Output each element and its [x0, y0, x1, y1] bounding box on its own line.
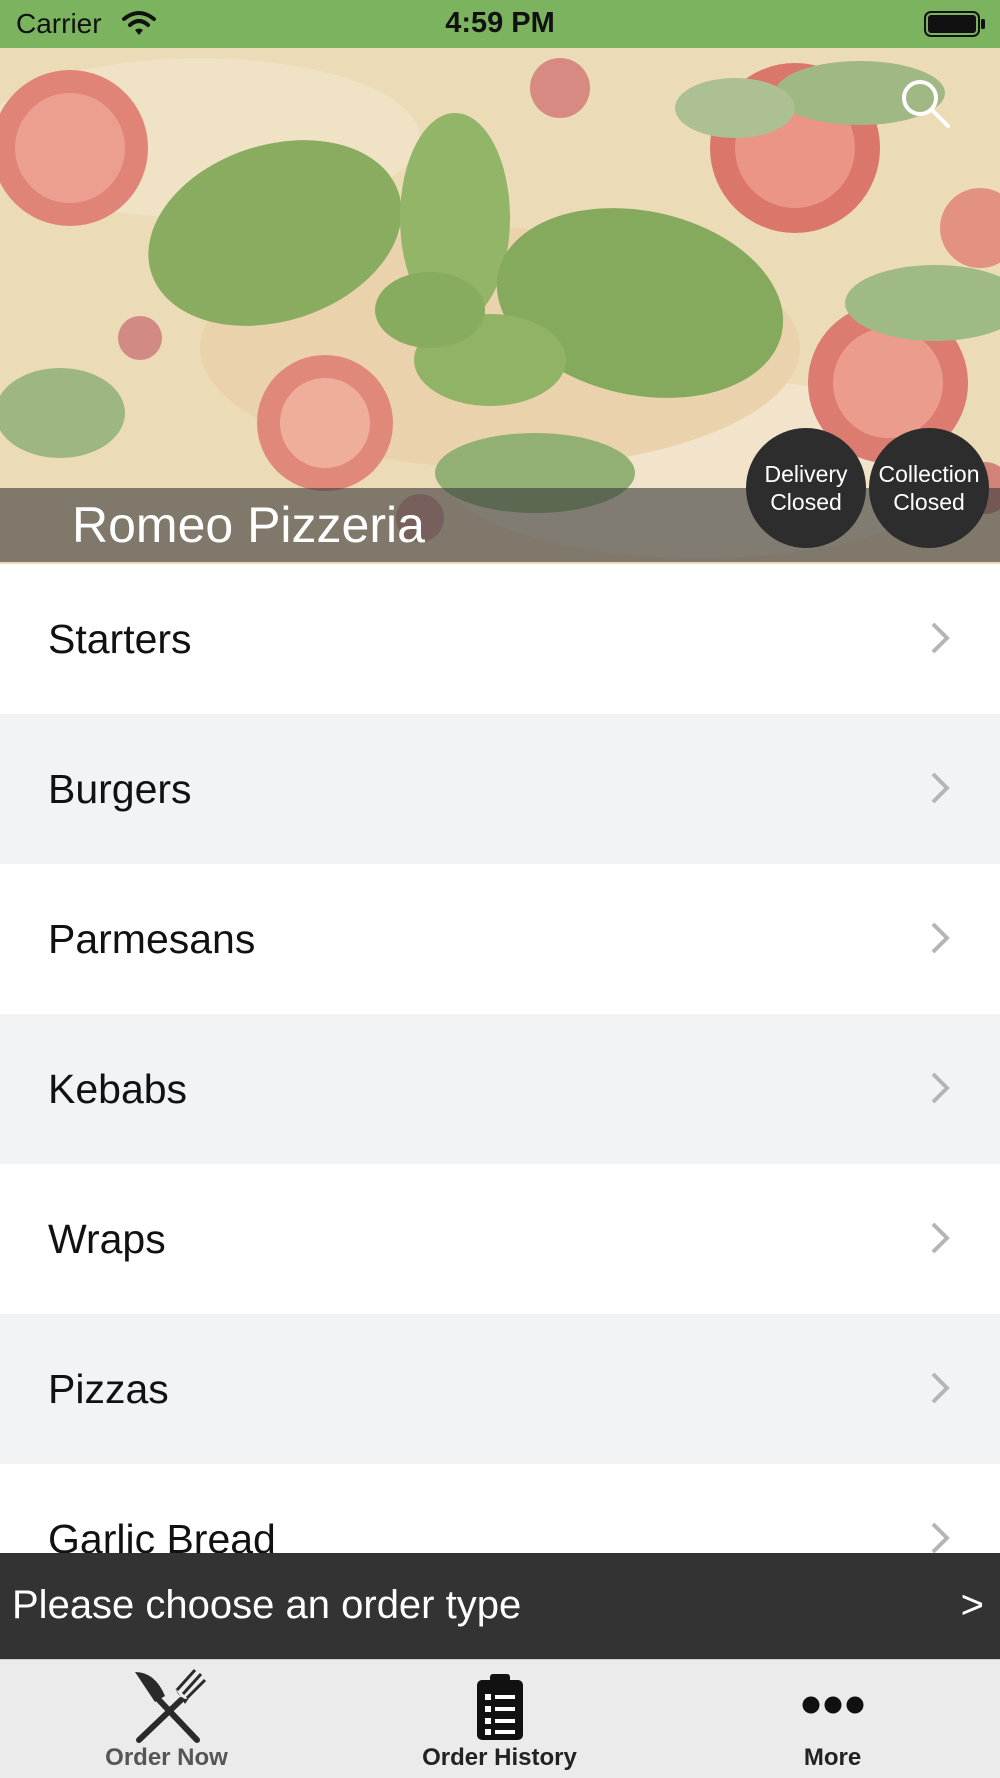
- order-type-prompt: Please choose an order type: [12, 1583, 522, 1627]
- tab-bar: Order Now Order History More: [0, 1659, 1000, 1778]
- chevron-right-icon: [931, 922, 950, 954]
- collection-status-badge: Collection Closed: [869, 428, 989, 548]
- more-dots-icon: [802, 1696, 863, 1714]
- menu-item-garlic-bread[interactable]: Garlic Bread: [0, 1464, 1000, 1554]
- search-icon[interactable]: [898, 76, 952, 130]
- fork-knife-icon: [134, 1668, 206, 1743]
- order-type-arrow: >: [960, 1583, 984, 1627]
- collection-label: Collection: [878, 461, 980, 487]
- menu-item-wraps[interactable]: Wraps: [0, 1164, 1000, 1314]
- tab-label: More: [803, 1744, 862, 1771]
- collection-status: Closed: [893, 489, 965, 515]
- menu-item-starters[interactable]: Starters: [0, 564, 1000, 714]
- chevron-right-icon: [931, 622, 950, 654]
- tab-order-now[interactable]: Order Now: [0, 1660, 333, 1778]
- hero-banner: Romeo Pizzeria Delivery Closed Collectio…: [0, 48, 1000, 564]
- tab-order-history[interactable]: Order History: [333, 1660, 666, 1778]
- clock: 4:59 PM: [445, 7, 555, 39]
- menu-item-label: Wraps: [48, 1215, 166, 1262]
- menu-item-label: Parmesans: [48, 915, 256, 962]
- tab-more[interactable]: More: [666, 1660, 999, 1778]
- battery-icon: [924, 11, 985, 37]
- chevron-right-icon: [931, 1522, 950, 1554]
- status-bar: Carrier 4:59 PM: [0, 0, 1000, 48]
- restaurant-name: Romeo Pizzeria: [72, 497, 425, 553]
- tab-label: Order Now: [105, 1744, 228, 1771]
- order-type-bar[interactable]: Please choose an order type >: [0, 1553, 1000, 1659]
- chevron-right-icon: [931, 1222, 950, 1254]
- menu-item-label: Garlic Bread: [48, 1515, 276, 1555]
- chevron-right-icon: [931, 1072, 950, 1104]
- menu-item-pizzas[interactable]: Pizzas: [0, 1314, 1000, 1464]
- tab-label: Order History: [422, 1744, 577, 1771]
- menu-item-label: Starters: [48, 615, 192, 662]
- clipboard-icon: [476, 1674, 523, 1740]
- chevron-right-icon: [931, 772, 950, 804]
- menu-item-label: Pizzas: [48, 1365, 169, 1412]
- menu-item-parmesans[interactable]: Parmesans: [0, 864, 1000, 1014]
- menu-item-label: Burgers: [48, 765, 192, 812]
- menu-item-burgers[interactable]: Burgers: [0, 714, 1000, 864]
- delivery-label: Delivery: [764, 461, 848, 487]
- menu-item-kebabs[interactable]: Kebabs: [0, 1014, 1000, 1164]
- delivery-status-badge: Delivery Closed: [746, 428, 866, 548]
- chevron-right-icon: [931, 1372, 950, 1404]
- menu-item-label: Kebabs: [48, 1065, 188, 1112]
- menu-category-list: Starters Burgers Parmesans Kebabs Wraps …: [0, 564, 1000, 1554]
- delivery-status: Closed: [770, 489, 842, 515]
